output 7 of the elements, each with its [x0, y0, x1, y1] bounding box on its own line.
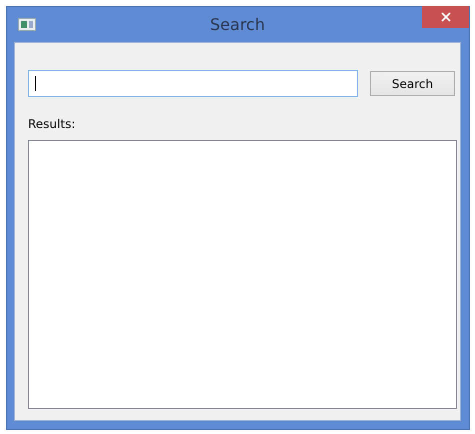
search-button[interactable]: Search [370, 71, 455, 96]
results-label: Results: [28, 117, 76, 131]
close-button[interactable] [422, 6, 469, 28]
search-field[interactable] [28, 70, 358, 97]
close-icon [438, 10, 452, 24]
window-title: Search [210, 15, 265, 34]
window-icon [18, 18, 36, 31]
